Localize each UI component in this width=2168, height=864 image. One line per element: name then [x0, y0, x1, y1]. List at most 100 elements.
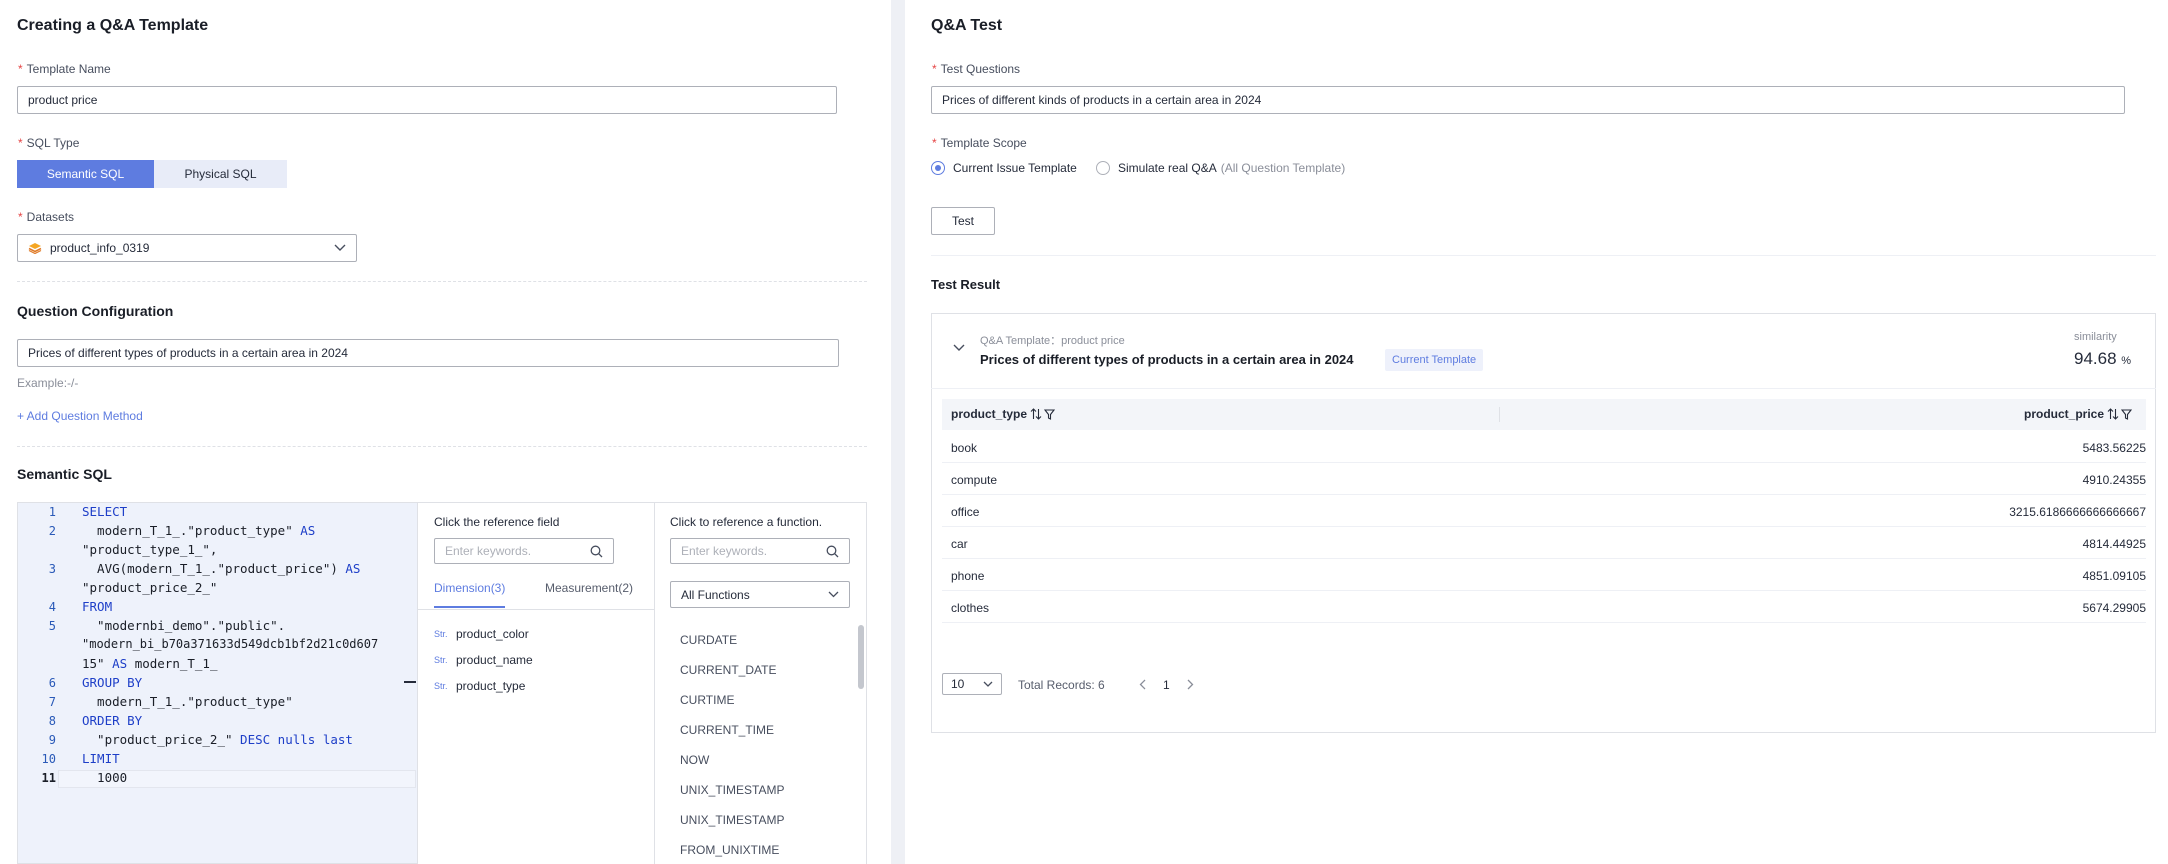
- collapse-chevron-icon[interactable]: [953, 344, 965, 352]
- line-number: 5: [48, 619, 56, 633]
- semantic-sql-title: Semantic SQL: [17, 466, 112, 482]
- scope-current-radio[interactable]: Current Issue Template: [931, 161, 1077, 175]
- table-row: [942, 463, 2146, 495]
- code-line: "product_price_2_": [82, 580, 218, 595]
- tab-dimension[interactable]: Dimension(3): [434, 581, 505, 595]
- current-template-badge: Current Template: [1385, 349, 1484, 371]
- radio-selected[interactable]: [931, 161, 945, 175]
- function-item[interactable]: CURRENT_TIME: [680, 723, 774, 737]
- reference-field-title: Click the reference field: [434, 515, 560, 529]
- line-number: 9: [48, 733, 56, 747]
- table-cell: book: [951, 441, 978, 455]
- search-icon: [590, 545, 603, 557]
- reference-function-title: Click to reference a function.: [670, 515, 823, 529]
- function-item[interactable]: FROM_UNIXTIME: [680, 843, 779, 857]
- table-cell: 5483.56225: [2082, 441, 2146, 455]
- line-number: 8: [48, 714, 56, 728]
- tab-measurement[interactable]: Measurement(2): [545, 581, 633, 595]
- filter-icon[interactable]: [2121, 408, 2132, 420]
- table-cell: 3215.6186666666666667: [2009, 505, 2146, 519]
- column-resizer[interactable]: [1499, 407, 1500, 422]
- prev-page-icon[interactable]: [1139, 679, 1146, 690]
- similarity-value: 94.68 %: [2074, 349, 2132, 368]
- page-title: Creating a Q&A Template: [17, 17, 209, 34]
- code-line: 15" AS modern_T_1_: [82, 656, 218, 671]
- table-cell: phone: [951, 569, 985, 583]
- table-cell: compute: [951, 473, 998, 487]
- sort-icon[interactable]: [2107, 408, 2119, 420]
- code-line: FROM: [82, 599, 113, 614]
- test-button[interactable]: Test: [931, 207, 995, 235]
- function-item[interactable]: CURDATE: [680, 633, 737, 647]
- scope-simulate-radio[interactable]: Simulate real Q&A (All Question Template…: [1096, 161, 1345, 175]
- code-line: "modern_bi_b70a371633d549dcb1bf2d21c0d60…: [82, 637, 379, 651]
- function-category-select[interactable]: All Functions: [670, 581, 850, 608]
- line-number: 4: [48, 600, 56, 614]
- section-divider: [17, 281, 867, 282]
- function-search-input[interactable]: Enter keywords.: [670, 538, 850, 564]
- tab-divider: [418, 609, 655, 610]
- qa-test-title: Q&A Test: [931, 17, 1003, 34]
- field-item[interactable]: Str. product_name: [434, 653, 533, 667]
- code-line: "product_price_2_" DESC nulls last: [82, 732, 353, 747]
- code-line: 1000: [82, 770, 128, 785]
- template-scope-label: * Template Scope: [932, 136, 1027, 150]
- code-line: "product_type_1_",: [82, 542, 218, 557]
- sql-code-editor[interactable]: [17, 502, 418, 864]
- field-item[interactable]: Str. product_color: [434, 627, 529, 641]
- similarity-label: similarity: [2074, 331, 2117, 343]
- next-page-icon[interactable]: [1187, 679, 1194, 690]
- card-divider: [931, 388, 2156, 389]
- field-search-input[interactable]: Enter keywords.: [434, 538, 614, 564]
- line-number: 1: [48, 505, 56, 519]
- code-line: "modernbi_demo"."public".: [82, 618, 286, 633]
- qa-template-name: Q&A Template：product price: [980, 335, 1125, 347]
- add-question-method-link[interactable]: + Add Question Method: [17, 409, 143, 423]
- function-list-scrollbar[interactable]: [858, 625, 864, 689]
- function-item[interactable]: CURTIME: [680, 693, 734, 707]
- function-item[interactable]: CURRENT_DATE: [680, 663, 776, 677]
- table-cell: clothes: [951, 601, 990, 615]
- editor-resize-handle[interactable]: [404, 681, 416, 683]
- example-text: Example:-/-: [17, 376, 79, 390]
- table-cell: office: [951, 505, 980, 519]
- line-number: 11: [41, 771, 56, 785]
- filter-icon[interactable]: [1044, 408, 1056, 420]
- semantic-sql-option[interactable]: Semantic SQL: [17, 160, 154, 188]
- question-config-title: Question Configuration: [17, 303, 174, 319]
- test-question-input[interactable]: Prices of different kinds of products in…: [931, 86, 2125, 114]
- physical-sql-option[interactable]: Physical SQL: [154, 160, 287, 188]
- function-item[interactable]: UNIX_TIMESTAMP: [680, 813, 784, 827]
- table-row: [942, 527, 2146, 559]
- table-cell: car: [951, 537, 968, 551]
- section-divider: [17, 446, 867, 447]
- radio-unselected[interactable]: [1096, 161, 1110, 175]
- code-line: ORDER BY: [82, 713, 143, 728]
- section-divider: [931, 255, 2156, 256]
- dataset-select[interactable]: product_info_0319: [17, 234, 357, 262]
- sort-icon[interactable]: [1030, 408, 1042, 420]
- search-icon: [826, 545, 839, 557]
- line-number: 6: [48, 676, 56, 690]
- field-item[interactable]: Str. product_type: [434, 679, 525, 693]
- total-records: Total Records: 6: [1018, 678, 1105, 692]
- column-header-product-type[interactable]: product_type: [951, 407, 1056, 421]
- table-cell: 4814.44925: [2082, 537, 2146, 551]
- current-page[interactable]: 1: [1163, 678, 1170, 692]
- function-item[interactable]: NOW: [680, 753, 709, 767]
- template-name-input[interactable]: product price: [17, 86, 837, 114]
- template-name-label: * Template Name: [18, 62, 111, 76]
- function-item[interactable]: UNIX_TIMESTAMP: [680, 783, 784, 797]
- chevron-down-icon: [828, 591, 839, 598]
- active-tab-indicator: [434, 606, 505, 608]
- result-question: Prices of different types of products in…: [980, 352, 1354, 367]
- table-row: [942, 559, 2146, 591]
- question-input[interactable]: Prices of different types of products in…: [17, 339, 839, 367]
- page-size-select[interactable]: 10: [942, 673, 1002, 695]
- line-number: 10: [41, 752, 56, 766]
- datasets-label: * Datasets: [18, 210, 75, 224]
- table-row: [942, 591, 2146, 623]
- code-line: LIMIT: [82, 751, 120, 766]
- table-row: [942, 430, 2146, 463]
- column-header-product-price[interactable]: product_price: [2024, 407, 2132, 421]
